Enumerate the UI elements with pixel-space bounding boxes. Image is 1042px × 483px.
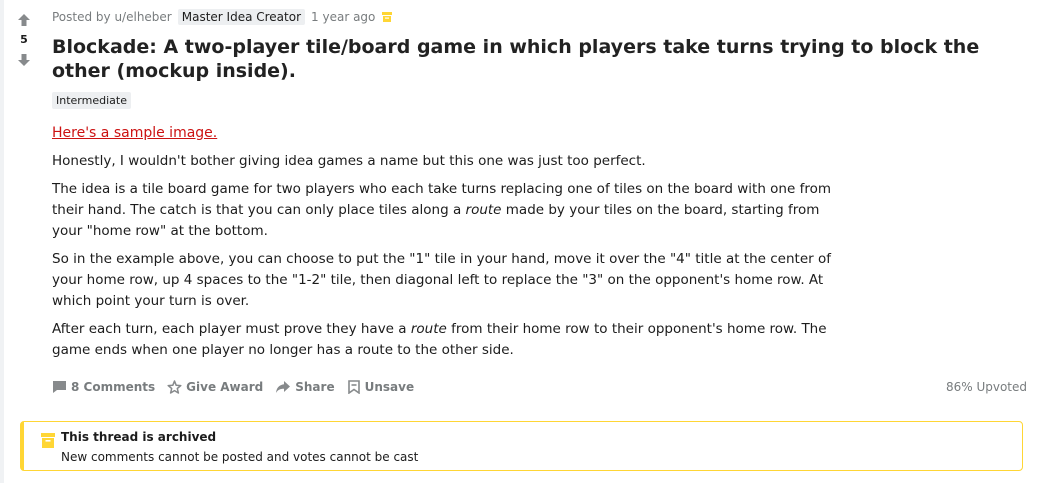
share-icon — [275, 380, 291, 394]
user-flair: Master Idea Creator — [177, 9, 306, 25]
paragraph-4-emphasis: route — [410, 321, 447, 337]
paragraph-4: After each turn, each player must prove … — [52, 319, 852, 361]
author-link[interactable]: Posted by u/elheber — [52, 10, 172, 24]
give-award-button[interactable]: Give Award — [167, 379, 264, 395]
comments-button[interactable]: 8 Comments — [52, 380, 155, 394]
paragraph-3: So in the example above, you can choose … — [52, 251, 831, 309]
award-icon — [167, 379, 182, 395]
paragraph-2-emphasis: route — [465, 202, 502, 218]
give-award-label: Give Award — [186, 380, 264, 394]
archived-text: New comments cannot be posted and votes … — [61, 450, 419, 464]
bookmark-icon — [347, 380, 361, 394]
unsave-label: Unsave — [364, 380, 415, 394]
post-time[interactable]: 1 year ago — [311, 10, 375, 24]
archive-box-icon — [41, 433, 55, 453]
archived-notice: This thread is archived New comments can… — [20, 421, 1023, 471]
upvote-arrow-icon[interactable] — [14, 10, 34, 30]
sample-image-link[interactable]: Here's a sample image. — [52, 125, 217, 141]
post-actions: 8 Comments Give Award Share Unsave 86% U… — [52, 377, 1027, 397]
paragraph-4-text-a: After each turn, each player must prove … — [52, 321, 411, 337]
left-strip — [0, 0, 4, 483]
share-button[interactable]: Share — [275, 380, 335, 394]
archive-icon — [381, 11, 393, 23]
comment-icon — [52, 380, 67, 394]
vote-score: 5 — [20, 33, 28, 46]
upvote-ratio: 86% Upvoted — [945, 380, 1027, 394]
paragraph-2: The idea is a tile board game for two pl… — [52, 179, 852, 242]
unsave-button[interactable]: Unsave — [347, 380, 415, 394]
paragraph-1: Honestly, I wouldn't bother giving idea … — [52, 153, 646, 169]
vote-column: 5 — [8, 10, 40, 70]
post-body: Here's a sample image. Honestly, I would… — [52, 123, 852, 361]
post-page: 5 Posted by u/elheber Master Idea Creato… — [0, 0, 1042, 483]
share-label: Share — [295, 380, 335, 394]
downvote-arrow-icon[interactable] — [14, 50, 34, 70]
archived-title: This thread is archived — [61, 430, 217, 444]
comments-label: 8 Comments — [71, 380, 156, 394]
post-content: Posted by u/elheber Master Idea Creator … — [52, 8, 1027, 368]
post-meta: Posted by u/elheber Master Idea Creator … — [52, 8, 1027, 26]
post-flair[interactable]: Intermediate — [52, 92, 131, 109]
post-title[interactable]: Blockade: A two-player tile/board game i… — [52, 35, 1002, 83]
